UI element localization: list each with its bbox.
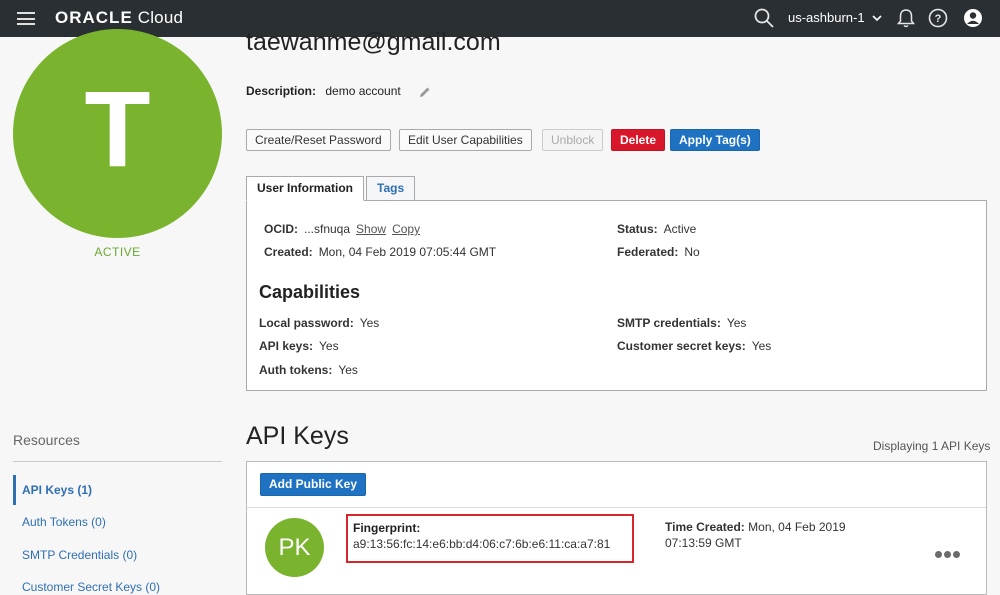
federated-value: No: [684, 245, 700, 259]
ocid-value: ...sfnuqa: [304, 222, 351, 236]
fingerprint-highlight: Fingerprint: a9:13:56:fc:14:e6:bb:d4:06:…: [346, 514, 634, 563]
local-password-label: Local password:: [259, 316, 354, 330]
brand-cloud-text: Cloud: [137, 8, 184, 27]
customer-secret-cap-value: Yes: [751, 339, 772, 353]
edit-user-capabilities-button[interactable]: Edit User Capabilities: [399, 129, 532, 151]
auth-tokens-cap-row: Auth tokens: Yes: [259, 363, 358, 377]
api-keys-heading: API Keys: [246, 422, 349, 450]
api-keys-panel: Add Public Key PK Fingerprint: a9:13:56:…: [246, 461, 987, 595]
time-created-time: 07:13:59 GMT: [665, 536, 742, 550]
bell-icon[interactable]: [895, 7, 917, 29]
svg-text:?: ?: [935, 13, 942, 25]
smtp-cap-row: SMTP credentials: Yes: [617, 316, 746, 330]
unblock-button[interactable]: Unblock: [542, 129, 604, 151]
ocid-copy-link[interactable]: Copy: [392, 222, 420, 236]
search-icon[interactable]: [753, 7, 775, 29]
description-row: Description: demo account: [246, 84, 401, 98]
user-information-panel: OCID: ...sfnuqa Show Copy Created: Mon, 04 F…: [246, 200, 987, 391]
create-reset-password-button[interactable]: Create/Reset Password: [246, 129, 391, 151]
user-email-title: taewanme@gmail.com: [246, 28, 501, 56]
auth-tokens-cap-label: Auth tokens:: [259, 363, 333, 377]
created-value: Mon, 04 Feb 2019 07:05:44 GMT: [318, 245, 497, 259]
resources-heading: Resources: [13, 432, 80, 448]
created-label: Created:: [264, 245, 313, 259]
oracle-cloud-logo[interactable]: ORACLE Cloud: [55, 8, 183, 28]
description-label: Description:: [246, 84, 317, 98]
api-keys-divider: [247, 507, 986, 508]
smtp-cap-label: SMTP credentials:: [617, 316, 721, 330]
capabilities-heading: Capabilities: [259, 282, 361, 302]
brand-oracle-text: ORACLE: [55, 8, 133, 27]
ocid-label: OCID:: [264, 222, 298, 236]
tab-user-information[interactable]: User Information: [246, 176, 365, 201]
apply-tags-button[interactable]: Apply Tag(s): [670, 129, 760, 151]
tab-tags[interactable]: Tags: [366, 176, 416, 201]
status-value: Active: [663, 222, 697, 236]
fingerprint-value: a9:13:56:fc:14:e6:bb:d4:06:c7:6b:e6:11:c…: [353, 537, 611, 551]
resources-divider: [13, 461, 222, 462]
region-label: us-ashburn-1: [788, 10, 865, 25]
region-selector[interactable]: us-ashburn-1: [788, 10, 882, 25]
description-value: demo account: [325, 84, 401, 98]
api-keys-count: Displaying 1 API Keys: [873, 439, 991, 453]
status-row: Status: Active: [617, 222, 696, 236]
api-keys-cap-value: Yes: [319, 339, 339, 353]
smtp-cap-value: Yes: [726, 316, 747, 330]
fingerprint-label: Fingerprint:: [353, 521, 421, 535]
api-keys-cap-label: API keys:: [259, 339, 314, 353]
pencil-icon[interactable]: [418, 85, 432, 99]
status-label: Status:: [617, 222, 658, 236]
public-key-avatar: PK: [265, 518, 324, 577]
time-created: Time Created: Mon, 04 Feb 2019 07:13:59 …: [665, 519, 875, 551]
ocid-row: OCID: ...sfnuqa Show Copy: [264, 222, 420, 236]
customer-secret-cap-row: Customer secret keys: Yes: [617, 339, 771, 353]
resource-item-smtp-credentials[interactable]: SMTP Credentials (0): [13, 540, 222, 570]
auth-tokens-cap-value: Yes: [338, 363, 358, 377]
user-icon[interactable]: [962, 7, 984, 29]
local-password-row: Local password: Yes: [259, 316, 379, 330]
time-created-label: Time Created:: [665, 520, 745, 534]
resource-item-customer-secret-keys[interactable]: Customer Secret Keys (0): [13, 572, 222, 595]
local-password-value: Yes: [359, 316, 380, 330]
customer-secret-cap-label: Customer secret keys:: [617, 339, 746, 353]
user-status-label: ACTIVE: [94, 245, 141, 259]
time-created-date: Mon, 04 Feb 2019: [748, 520, 846, 534]
avatar-letter: T: [84, 68, 151, 189]
federated-row: Federated: No: [617, 245, 700, 259]
help-icon[interactable]: ?: [927, 7, 949, 29]
chevron-down-icon: [872, 15, 882, 22]
federated-label: Federated:: [617, 245, 679, 259]
more-actions-icon[interactable]: [935, 546, 962, 561]
menu-icon[interactable]: [17, 12, 35, 25]
add-public-key-button[interactable]: Add Public Key: [260, 473, 367, 496]
delete-button[interactable]: Delete: [611, 129, 666, 151]
resource-item-api-keys[interactable]: API Keys (1): [13, 475, 222, 505]
api-keys-cap-row: API keys: Yes: [259, 339, 339, 353]
ocid-show-link[interactable]: Show: [356, 222, 386, 236]
user-avatar: T: [13, 29, 222, 238]
created-row: Created: Mon, 04 Feb 2019 07:05:44 GMT: [264, 245, 496, 259]
resource-item-auth-tokens[interactable]: Auth Tokens (0): [13, 507, 222, 537]
